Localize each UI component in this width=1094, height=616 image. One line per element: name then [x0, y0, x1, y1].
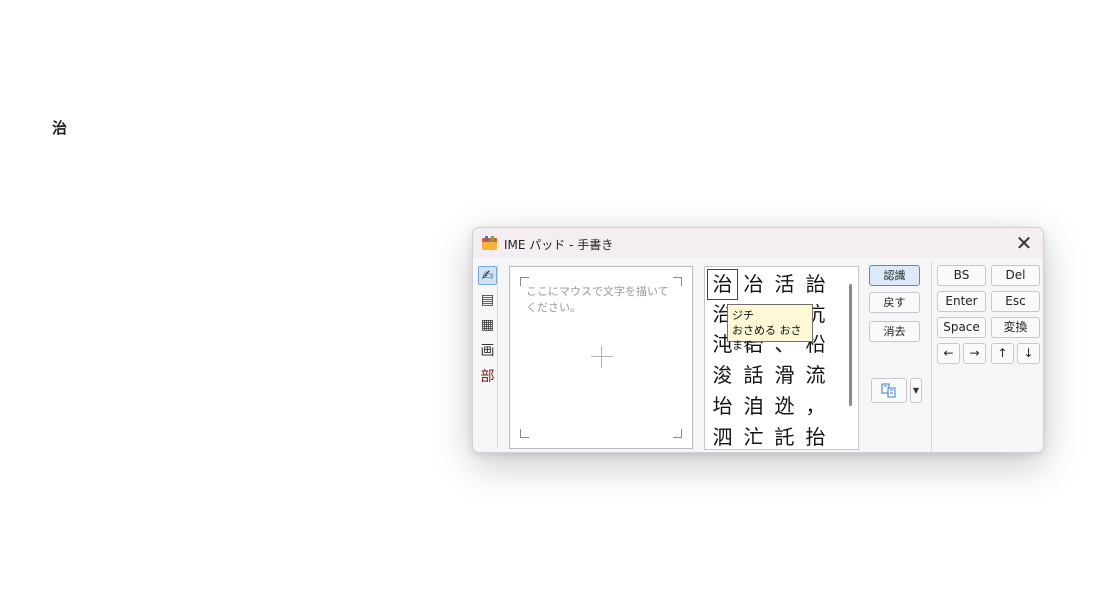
candidate-scrollbar[interactable] [849, 284, 852, 406]
corner-mark [520, 429, 529, 438]
reading-tooltip: ジチ おさめる おさまる [727, 304, 813, 352]
chevron-down-icon[interactable]: ▼ [910, 378, 922, 403]
conversion-mode-button[interactable] [871, 378, 907, 403]
candidate-cell[interactable]: ， [800, 391, 831, 422]
close-icon: ✕ [1015, 231, 1033, 255]
convert-key[interactable]: 変換 [991, 317, 1040, 338]
corner-mark [673, 429, 682, 438]
tooltip-on-reading: ジチ [732, 309, 754, 322]
crosshair-icon [601, 346, 602, 368]
close-button[interactable]: ✕ [1013, 232, 1035, 254]
candidate-cell[interactable]: 滑 [769, 360, 800, 391]
candidate-cell[interactable]: 活 [769, 269, 800, 300]
document-text: 治 [52, 119, 68, 137]
candidate-cell[interactable]: 冶 [738, 269, 769, 300]
backspace-key[interactable]: BS [937, 265, 986, 286]
candidate-cell[interactable]: 抬 [800, 422, 831, 449]
title-bar[interactable]: IME パッド - 手書き ✕ [473, 228, 1043, 258]
clear-button[interactable]: 消去 [869, 321, 920, 342]
candidate-cell[interactable]: 汒 [738, 422, 769, 449]
candidate-cell[interactable]: 流 [800, 360, 831, 391]
up-arrow-key[interactable]: ↑ [991, 343, 1014, 364]
panel-divider [931, 262, 932, 452]
ime-pad-window: IME パッド - 手書き ✕ ✍ ▤ ▦ 画 部 ここにマウスで文字を描いてく… [472, 227, 1044, 453]
candidate-cell[interactable]: 迯 [769, 391, 800, 422]
character-list-icon[interactable]: ▤ [478, 291, 497, 310]
space-key[interactable]: Space [937, 317, 986, 338]
candidate-cell[interactable]: 託 [769, 422, 800, 449]
candidate-cell[interactable]: 泗 [707, 422, 738, 449]
candidate-cell[interactable]: 話 [738, 360, 769, 391]
undo-button[interactable]: 戻す [869, 292, 920, 313]
candidate-cell[interactable]: 詒 [800, 269, 831, 300]
candidate-cell[interactable]: 治 [707, 269, 738, 300]
candidate-grid: 治 冶 活 詒 治 治 治 沆 沌 佁 、 柗 浚 話 滑 流 坮 洎 迯 ， … [704, 266, 859, 450]
window-title: IME パッド - 手書き [504, 238, 614, 252]
stroke-count-icon[interactable]: 画 [478, 342, 497, 361]
soft-keyboard-icon[interactable]: ▦ [478, 316, 497, 335]
left-arrow-key[interactable]: ← [937, 343, 960, 364]
right-arrow-key[interactable]: → [963, 343, 986, 364]
radical-icon[interactable]: 部 [478, 368, 497, 387]
delete-key[interactable]: Del [991, 265, 1040, 286]
recognize-button[interactable]: 認識 [869, 265, 920, 286]
handwriting-canvas[interactable]: ここにマウスで文字を描いてください。 [509, 266, 693, 449]
candidate-cell[interactable]: 洎 [738, 391, 769, 422]
enter-key[interactable]: Enter [937, 291, 986, 312]
ime-pad-app-icon [482, 236, 497, 250]
tooltip-kun-reading: おさめる おさまる [732, 324, 802, 352]
conversion-icon [881, 383, 896, 398]
canvas-hint: ここにマウスで文字を描いてください。 [526, 285, 669, 314]
crosshair-icon [591, 356, 613, 357]
candidate-cell[interactable]: 浚 [707, 360, 738, 391]
handwriting-mode-icon[interactable]: ✍ [478, 266, 497, 285]
candidate-cell[interactable]: 坮 [707, 391, 738, 422]
down-arrow-key[interactable]: ↓ [1017, 343, 1040, 364]
mode-toolbar: ✍ ▤ ▦ 画 部 [476, 264, 498, 448]
escape-key[interactable]: Esc [991, 291, 1040, 312]
